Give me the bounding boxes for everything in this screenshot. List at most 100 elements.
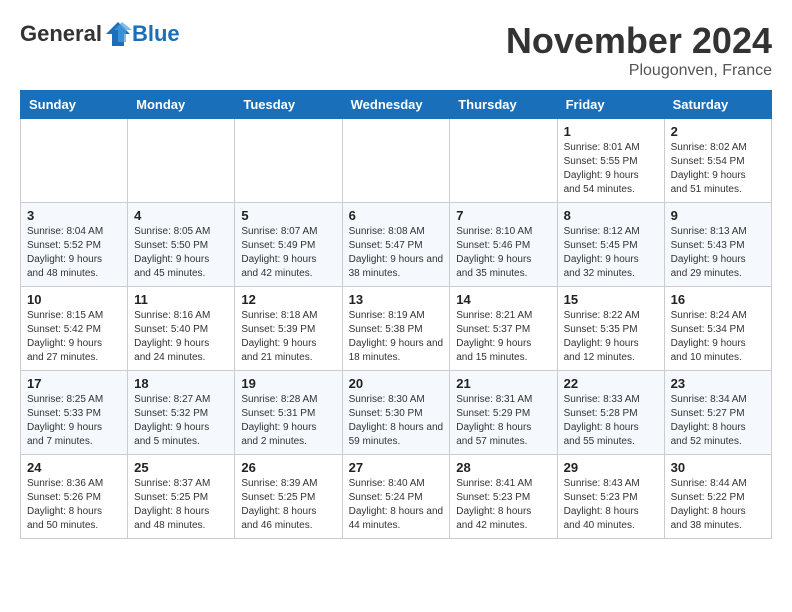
- logo: General Blue: [20, 20, 180, 48]
- logo-blue-text: Blue: [132, 21, 180, 47]
- month-title: November 2024: [506, 20, 772, 62]
- calendar-day-cell: 20 Sunrise: 8:30 AM Sunset: 5:30 PM Dayli…: [342, 371, 450, 455]
- day-number: 22: [564, 376, 658, 391]
- day-number: 24: [27, 460, 121, 475]
- logo-icon: [104, 20, 132, 48]
- day-number: 28: [456, 460, 550, 475]
- day-info: Sunrise: 8:31 AM Sunset: 5:29 PM Dayligh…: [456, 393, 550, 449]
- calendar-week-row: 24 Sunrise: 8:36 AM Sunset: 5:26 PM Dayli…: [21, 455, 772, 539]
- calendar-day-cell: 23Sunrise: 8:34 AM Sunset: 5:27 PM Dayli…: [664, 371, 771, 455]
- calendar-day-cell: 2 Sunrise: 8:02 AM Sunset: 5:54 PM Daylig…: [664, 119, 771, 203]
- day-info: Sunrise: 8:40 AM Sunset: 5:24 PM Dayligh…: [349, 477, 444, 533]
- day-info: Sunrise: 8:16 AM Sunset: 5:40 PM Dayligh…: [134, 309, 228, 365]
- day-info: Sunrise: 8:15 AM Sunset: 5:42 PM Dayligh…: [27, 309, 121, 365]
- day-info: Sunrise: 8:39 AM Sunset: 5:25 PM Dayligh…: [241, 477, 335, 533]
- day-number: 2: [671, 124, 765, 139]
- day-info: Sunrise: 8:19 AM Sunset: 5:38 PM Dayligh…: [349, 309, 444, 365]
- day-info: Sunrise: 8:01 AM Sunset: 5:55 PM Dayligh…: [564, 141, 658, 197]
- logo-general-text: General: [20, 21, 102, 47]
- day-number: 7: [456, 208, 550, 223]
- calendar-day-cell: 24 Sunrise: 8:36 AM Sunset: 5:26 PM Dayli…: [21, 455, 128, 539]
- day-number: 30: [671, 460, 765, 475]
- calendar-week-row: 17 Sunrise: 8:25 AM Sunset: 5:33 PM Dayli…: [21, 371, 772, 455]
- day-number: 17: [27, 376, 121, 391]
- day-number: 29: [564, 460, 658, 475]
- day-number: 3: [27, 208, 121, 223]
- calendar-day-header: Tuesday: [235, 91, 342, 119]
- calendar-day-cell: 26 Sunrise: 8:39 AM Sunset: 5:25 PM Dayli…: [235, 455, 342, 539]
- calendar-day-cell: 16 Sunrise: 8:24 AM Sunset: 5:34 PM Dayli…: [664, 287, 771, 371]
- day-number: 25: [134, 460, 228, 475]
- calendar-day-cell: 6 Sunrise: 8:08 AM Sunset: 5:47 PM Daylig…: [342, 203, 450, 287]
- day-info: Sunrise: 8:18 AM Sunset: 5:39 PM Dayligh…: [241, 309, 335, 365]
- day-info: Sunrise: 8:36 AM Sunset: 5:26 PM Dayligh…: [27, 477, 121, 533]
- day-info: Sunrise: 8:21 AM Sunset: 5:37 PM Dayligh…: [456, 309, 550, 365]
- calendar-day-cell: 21 Sunrise: 8:31 AM Sunset: 5:29 PM Dayli…: [450, 371, 557, 455]
- calendar-table: SundayMondayTuesdayWednesdayThursdayFrid…: [20, 90, 772, 539]
- day-info: Sunrise: 8:13 AM Sunset: 5:43 PM Dayligh…: [671, 225, 765, 281]
- calendar-week-row: 10 Sunrise: 8:15 AM Sunset: 5:42 PM Dayli…: [21, 287, 772, 371]
- day-info: Sunrise: 8:37 AM Sunset: 5:25 PM Dayligh…: [134, 477, 228, 533]
- calendar-header-row: SundayMondayTuesdayWednesdayThursdayFrid…: [21, 91, 772, 119]
- calendar-day-cell: 8 Sunrise: 8:12 AM Sunset: 5:45 PM Daylig…: [557, 203, 664, 287]
- day-info: Sunrise: 8:28 AM Sunset: 5:31 PM Dayligh…: [241, 393, 335, 449]
- calendar-day-header: Friday: [557, 91, 664, 119]
- calendar-day-cell: 9Sunrise: 8:13 AM Sunset: 5:43 PM Daylig…: [664, 203, 771, 287]
- day-number: 13: [349, 292, 444, 307]
- day-info: Sunrise: 8:24 AM Sunset: 5:34 PM Dayligh…: [671, 309, 765, 365]
- calendar-week-row: 3 Sunrise: 8:04 AM Sunset: 5:52 PM Daylig…: [21, 203, 772, 287]
- calendar-day-header: Sunday: [21, 91, 128, 119]
- day-number: 21: [456, 376, 550, 391]
- calendar-day-header: Saturday: [664, 91, 771, 119]
- day-number: 18: [134, 376, 228, 391]
- calendar-day-cell: 13 Sunrise: 8:19 AM Sunset: 5:38 PM Dayli…: [342, 287, 450, 371]
- calendar-day-cell: 5 Sunrise: 8:07 AM Sunset: 5:49 PM Daylig…: [235, 203, 342, 287]
- day-info: Sunrise: 8:08 AM Sunset: 5:47 PM Dayligh…: [349, 225, 444, 281]
- day-info: Sunrise: 8:43 AM Sunset: 5:23 PM Dayligh…: [564, 477, 658, 533]
- calendar-day-cell: 29 Sunrise: 8:43 AM Sunset: 5:23 PM Dayli…: [557, 455, 664, 539]
- calendar-day-cell: 19 Sunrise: 8:28 AM Sunset: 5:31 PM Dayli…: [235, 371, 342, 455]
- calendar-day-cell: 12 Sunrise: 8:18 AM Sunset: 5:39 PM Dayli…: [235, 287, 342, 371]
- day-info: Sunrise: 8:10 AM Sunset: 5:46 PM Dayligh…: [456, 225, 550, 281]
- day-number: 1: [564, 124, 658, 139]
- calendar-day-cell: 25 Sunrise: 8:37 AM Sunset: 5:25 PM Dayli…: [128, 455, 235, 539]
- day-info: Sunrise: 8:41 AM Sunset: 5:23 PM Dayligh…: [456, 477, 550, 533]
- calendar-day-cell: 17 Sunrise: 8:25 AM Sunset: 5:33 PM Dayli…: [21, 371, 128, 455]
- day-info: Sunrise: 8:07 AM Sunset: 5:49 PM Dayligh…: [241, 225, 335, 281]
- day-info: Sunrise: 8:25 AM Sunset: 5:33 PM Dayligh…: [27, 393, 121, 449]
- day-number: 19: [241, 376, 335, 391]
- day-info: Sunrise: 8:04 AM Sunset: 5:52 PM Dayligh…: [27, 225, 121, 281]
- day-number: 16: [671, 292, 765, 307]
- calendar-day-cell: 22Sunrise: 8:33 AM Sunset: 5:28 PM Dayli…: [557, 371, 664, 455]
- calendar-day-cell: [235, 119, 342, 203]
- day-number: 20: [349, 376, 444, 391]
- calendar-day-cell: 30 Sunrise: 8:44 AM Sunset: 5:22 PM Dayli…: [664, 455, 771, 539]
- day-info: Sunrise: 8:30 AM Sunset: 5:30 PM Dayligh…: [349, 393, 444, 449]
- day-info: Sunrise: 8:22 AM Sunset: 5:35 PM Dayligh…: [564, 309, 658, 365]
- calendar-day-header: Thursday: [450, 91, 557, 119]
- day-number: 12: [241, 292, 335, 307]
- day-number: 8: [564, 208, 658, 223]
- day-number: 10: [27, 292, 121, 307]
- location: Plougonven, France: [506, 62, 772, 80]
- calendar-day-cell: 10 Sunrise: 8:15 AM Sunset: 5:42 PM Dayli…: [21, 287, 128, 371]
- day-info: Sunrise: 8:12 AM Sunset: 5:45 PM Dayligh…: [564, 225, 658, 281]
- day-info: Sunrise: 8:02 AM Sunset: 5:54 PM Dayligh…: [671, 141, 765, 197]
- day-number: 4: [134, 208, 228, 223]
- day-number: 15: [564, 292, 658, 307]
- page-header: General Blue November 2024 Plougonven, F…: [20, 20, 772, 80]
- day-info: Sunrise: 8:05 AM Sunset: 5:50 PM Dayligh…: [134, 225, 228, 281]
- calendar-day-cell: 1 Sunrise: 8:01 AM Sunset: 5:55 PM Daylig…: [557, 119, 664, 203]
- day-number: 5: [241, 208, 335, 223]
- day-number: 6: [349, 208, 444, 223]
- calendar-day-cell: [450, 119, 557, 203]
- day-number: 26: [241, 460, 335, 475]
- day-info: Sunrise: 8:34 AM Sunset: 5:27 PM Dayligh…: [671, 393, 765, 449]
- calendar-day-cell: [21, 119, 128, 203]
- calendar-day-cell: 3 Sunrise: 8:04 AM Sunset: 5:52 PM Daylig…: [21, 203, 128, 287]
- day-number: 11: [134, 292, 228, 307]
- calendar-day-cell: 7 Sunrise: 8:10 AM Sunset: 5:46 PM Daylig…: [450, 203, 557, 287]
- day-info: Sunrise: 8:44 AM Sunset: 5:22 PM Dayligh…: [671, 477, 765, 533]
- calendar-day-cell: 4 Sunrise: 8:05 AM Sunset: 5:50 PM Daylig…: [128, 203, 235, 287]
- day-number: 14: [456, 292, 550, 307]
